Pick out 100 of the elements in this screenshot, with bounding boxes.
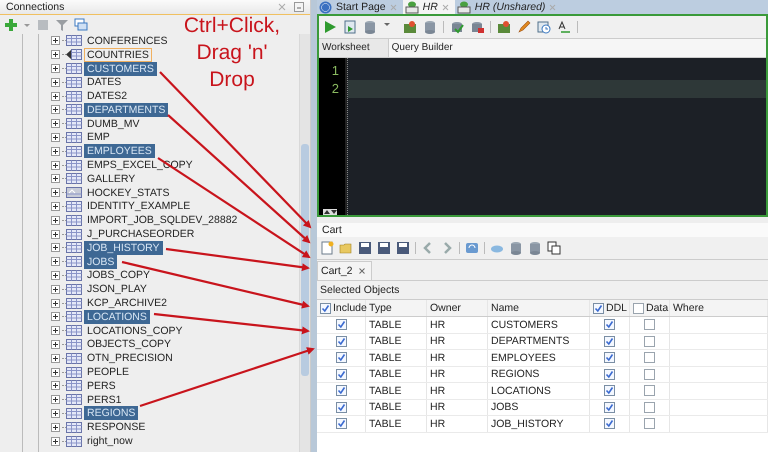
expand-icon[interactable] bbox=[51, 92, 60, 101]
tree-item[interactable]: OBJECTS_COPY bbox=[84, 337, 174, 352]
expand-icon[interactable] bbox=[51, 408, 60, 418]
tree-item[interactable]: PERS1 bbox=[84, 392, 124, 407]
new-icon[interactable] bbox=[320, 241, 334, 255]
expand-icon[interactable] bbox=[51, 202, 60, 211]
expand-icon[interactable] bbox=[51, 119, 60, 128]
tree-item[interactable]: J_PURCHASEORDER bbox=[84, 227, 198, 242]
expand-icon[interactable] bbox=[51, 354, 60, 363]
checkbox[interactable] bbox=[604, 385, 615, 396]
expand-icon[interactable] bbox=[51, 298, 60, 308]
tree-item[interactable]: CUSTOMERS bbox=[84, 62, 157, 76]
scrollbar[interactable] bbox=[299, 34, 310, 452]
tree-item[interactable]: DATES2 bbox=[84, 89, 130, 104]
expand-icon[interactable] bbox=[51, 395, 60, 404]
checkbox[interactable] bbox=[644, 368, 655, 380]
column-header[interactable]: Owner bbox=[427, 300, 488, 316]
editor-tab[interactable]: HR bbox=[402, 0, 455, 14]
schema-browser-icon[interactable] bbox=[74, 18, 88, 32]
checkbox[interactable] bbox=[320, 302, 331, 314]
checkbox[interactable] bbox=[336, 385, 346, 396]
checkbox[interactable] bbox=[336, 319, 346, 330]
expand-icon[interactable] bbox=[51, 132, 60, 142]
checkbox[interactable] bbox=[604, 336, 615, 347]
checkbox[interactable] bbox=[604, 319, 615, 330]
expand-icon[interactable] bbox=[51, 340, 60, 349]
play-icon[interactable] bbox=[323, 20, 337, 34]
expand-icon[interactable] bbox=[51, 160, 60, 170]
tree-item[interactable]: DUMB_MV bbox=[84, 116, 143, 131]
checkbox[interactable] bbox=[604, 368, 615, 380]
expand-icon[interactable] bbox=[51, 257, 60, 266]
text-icon[interactable] bbox=[557, 20, 571, 34]
tree-item[interactable]: PEOPLE bbox=[84, 365, 132, 380]
checkbox[interactable] bbox=[644, 352, 655, 364]
checkbox[interactable] bbox=[604, 418, 615, 430]
tree-item[interactable]: REGIONS bbox=[84, 406, 138, 420]
expand-icon[interactable] bbox=[51, 243, 60, 252]
code-editor[interactable]: 1 2 bbox=[319, 58, 766, 215]
expand-icon[interactable] bbox=[51, 105, 60, 114]
checkbox[interactable] bbox=[336, 352, 346, 364]
expand-icon[interactable] bbox=[51, 326, 60, 336]
tree-item[interactable]: IDENTITY_EXAMPLE bbox=[84, 199, 194, 214]
expand-icon[interactable] bbox=[51, 174, 60, 184]
tree-item[interactable]: right_now bbox=[84, 434, 136, 448]
rollback-icon[interactable] bbox=[470, 20, 484, 34]
commit-icon[interactable] bbox=[450, 20, 464, 34]
column-header[interactable]: Type bbox=[366, 300, 427, 316]
tree-item[interactable]: EMPLOYEES bbox=[84, 144, 155, 158]
save-icon[interactable] bbox=[358, 241, 372, 255]
expand-icon[interactable] bbox=[51, 50, 60, 60]
worksheet-tab[interactable]: Query Builder bbox=[388, 39, 465, 57]
tree-item[interactable]: JOB_HISTORY bbox=[84, 240, 163, 255]
tree-item[interactable]: JSON_PLAY bbox=[84, 282, 150, 296]
tree-item[interactable]: CONFERENCES bbox=[84, 34, 171, 48]
add-icon[interactable] bbox=[4, 18, 18, 32]
expand-icon[interactable] bbox=[51, 64, 60, 73]
checkbox[interactable] bbox=[336, 368, 346, 380]
expand-icon[interactable] bbox=[51, 146, 60, 156]
column-header[interactable]: Where bbox=[670, 300, 768, 316]
tree-item[interactable]: COUNTRIES bbox=[84, 48, 152, 62]
tree-item[interactable]: DATES bbox=[84, 75, 124, 90]
expand-icon[interactable] bbox=[51, 78, 60, 87]
save-icon[interactable] bbox=[377, 241, 391, 255]
tree-item[interactable]: JOBS_COPY bbox=[84, 268, 154, 282]
checkbox[interactable] bbox=[604, 352, 615, 364]
expand-icon[interactable] bbox=[51, 312, 60, 322]
checkbox[interactable] bbox=[593, 302, 604, 314]
checkbox[interactable] bbox=[633, 302, 644, 314]
clock-icon[interactable] bbox=[537, 20, 551, 34]
pencil-icon[interactable] bbox=[517, 20, 531, 34]
tree-item[interactable]: RESPONSE bbox=[84, 420, 148, 434]
expand-icon[interactable] bbox=[51, 436, 60, 446]
split-arrows-icon[interactable] bbox=[323, 209, 337, 215]
tree-item[interactable]: KCP_ARCHIVE2 bbox=[84, 296, 170, 310]
tree-item[interactable]: JOBS bbox=[84, 254, 118, 269]
cart-tab[interactable]: Cart_2 bbox=[317, 261, 372, 280]
checkbox[interactable] bbox=[644, 402, 655, 413]
checkbox[interactable] bbox=[644, 418, 655, 430]
tree-item[interactable]: PERS bbox=[84, 378, 119, 393]
tree-item[interactable]: LOCATIONS bbox=[84, 310, 150, 324]
column-header[interactable]: Name bbox=[488, 300, 590, 316]
expand-icon[interactable] bbox=[51, 230, 60, 239]
editor-tab[interactable]: Start Page bbox=[317, 0, 403, 14]
script-icon[interactable] bbox=[343, 20, 357, 34]
copy-icon[interactable] bbox=[547, 241, 561, 255]
checkbox[interactable] bbox=[644, 336, 655, 347]
tree-item[interactable]: OTN_PRECISION bbox=[84, 351, 176, 366]
checkbox[interactable] bbox=[336, 418, 346, 430]
tree-item[interactable]: LOCATIONS_COPY bbox=[84, 324, 186, 338]
column-header[interactable]: DDL bbox=[606, 302, 628, 314]
tree-item[interactable]: EMP bbox=[84, 130, 113, 144]
expand-icon[interactable] bbox=[51, 381, 60, 390]
tree-item[interactable]: HOCKEY_STATS bbox=[84, 186, 172, 200]
checkbox[interactable] bbox=[336, 402, 346, 413]
checkbox[interactable] bbox=[336, 336, 346, 347]
column-header[interactable]: Include bbox=[333, 302, 367, 314]
expand-icon[interactable] bbox=[51, 422, 60, 432]
expand-icon[interactable] bbox=[51, 216, 60, 225]
expand-icon[interactable] bbox=[51, 368, 60, 377]
expand-icon[interactable] bbox=[51, 188, 60, 198]
